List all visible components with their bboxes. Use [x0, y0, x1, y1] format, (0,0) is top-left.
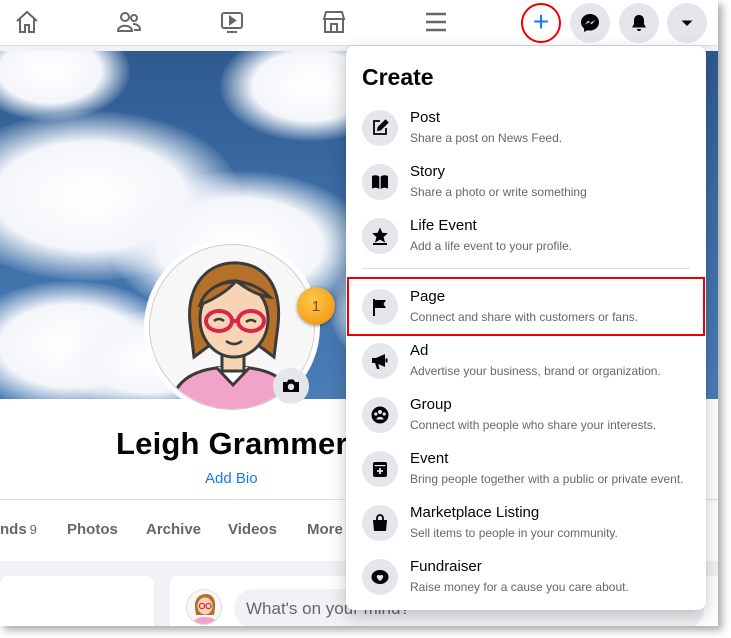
- menu-item-desc: Raise money for a cause you care about.: [410, 580, 629, 594]
- menu-divider: [362, 268, 690, 269]
- notifications-bell-icon: [632, 15, 646, 31]
- shopping-bag-icon: [373, 514, 387, 531]
- menu-item-label: Post: [410, 109, 441, 126]
- top-nav: +: [0, 0, 718, 46]
- menu-item-label: Marketplace Listing: [410, 504, 540, 521]
- home-icon[interactable]: [9, 6, 45, 38]
- tab-photos[interactable]: Photos: [67, 521, 118, 538]
- menu-item-desc: Advertise your business, brand or organi…: [410, 364, 661, 378]
- tab-label: nds: [0, 521, 27, 538]
- menu-item-label: Group: [410, 396, 452, 413]
- menu-item-label: Ad: [410, 342, 429, 359]
- compose-icon: [373, 119, 389, 135]
- add-bio-link[interactable]: Add Bio: [205, 470, 258, 487]
- menu-item-desc: Connect with people who share your inter…: [410, 418, 657, 432]
- menu-item-desc: Sell items to people in your community.: [410, 526, 618, 540]
- camera-icon: [283, 379, 299, 392]
- menu-item-desc: Share a post on News Feed.: [410, 131, 563, 145]
- calendar-plus-icon: [373, 462, 387, 477]
- menu-item-label: Event: [410, 450, 449, 467]
- star-icon: [372, 227, 388, 245]
- create-button[interactable]: +: [521, 3, 561, 43]
- menu-item-story[interactable]: Story Share a photo or write something: [350, 156, 702, 208]
- messenger-button[interactable]: [570, 3, 610, 43]
- tab-more[interactable]: More: [307, 521, 343, 538]
- friends-icon[interactable]: [111, 6, 147, 38]
- menu-item-label: Fundraiser: [410, 558, 482, 575]
- menu-item-label: Life Event: [410, 217, 477, 234]
- menu-item-group[interactable]: Group Connect with people who share your…: [350, 389, 702, 441]
- post-avatar[interactable]: [186, 589, 222, 625]
- page-item-highlight: [347, 277, 705, 336]
- update-photo-button[interactable]: [273, 368, 309, 404]
- account-caret-icon: [681, 20, 693, 26]
- step-badge: 1: [297, 287, 335, 325]
- menu-icon[interactable]: [418, 6, 454, 38]
- menu-item-event[interactable]: Event Bring people together with a publi…: [350, 443, 702, 495]
- menu-item-life-event[interactable]: Life Event Add a life event to your prof…: [350, 210, 702, 262]
- megaphone-icon: [372, 354, 388, 369]
- friends-count: 9: [29, 522, 37, 537]
- book-icon: [372, 175, 388, 189]
- menu-item-desc: Add a life event to your profile.: [410, 239, 573, 253]
- heart-coin-icon: [371, 570, 389, 584]
- menu-item-desc: Bring people together with a public or p…: [410, 472, 684, 486]
- app-window: + Leigh Grammer Add Bio nds 9 Photos Arc…: [0, 0, 718, 626]
- intro-card: [0, 576, 154, 626]
- watch-icon[interactable]: [214, 6, 250, 38]
- menu-item-label: Story: [410, 163, 446, 180]
- menu-item-post[interactable]: Post Share a post on News Feed.: [350, 102, 702, 154]
- group-icon: [371, 406, 389, 424]
- account-button[interactable]: [667, 3, 707, 43]
- menu-item-fundraiser[interactable]: Fundraiser Raise money for a cause you c…: [350, 551, 702, 603]
- menu-title: Create: [362, 64, 434, 90]
- messenger-icon: [581, 14, 599, 32]
- create-plus-icon: +: [532, 6, 550, 37]
- profile-name: Leigh Grammer: [116, 426, 348, 461]
- tab-archive[interactable]: Archive: [146, 521, 201, 538]
- menu-item-ad[interactable]: Ad Advertise your business, brand or org…: [350, 335, 702, 387]
- notifications-button[interactable]: [619, 3, 659, 43]
- tab-friends[interactable]: nds 9: [0, 521, 37, 538]
- menu-item-desc: Share a photo or write something: [410, 185, 587, 199]
- tab-videos[interactable]: Videos: [228, 521, 277, 538]
- menu-item-marketplace-listing[interactable]: Marketplace Listing Sell items to people…: [350, 497, 702, 549]
- marketplace-icon[interactable]: [316, 6, 352, 38]
